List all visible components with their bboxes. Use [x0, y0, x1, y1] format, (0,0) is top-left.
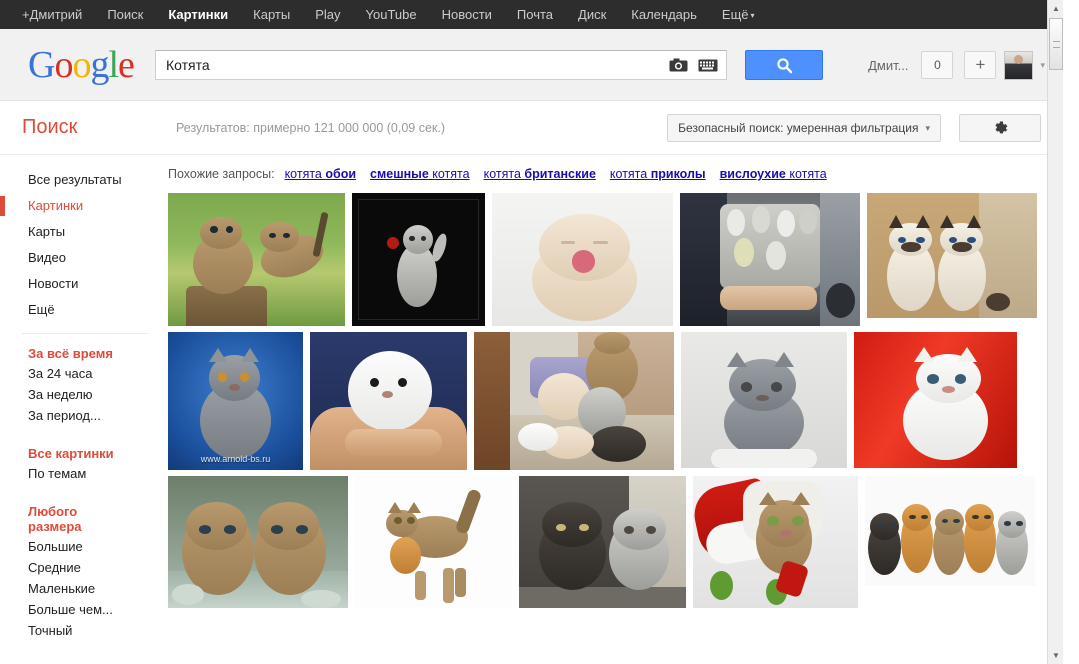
- scroll-down-arrow-icon[interactable]: ▼: [1048, 647, 1063, 664]
- filter-option[interactable]: Больше чем...: [0, 599, 162, 620]
- vertical-scrollbar[interactable]: ▲ ▼: [1047, 0, 1063, 664]
- search-button[interactable]: [745, 50, 823, 80]
- filters-sidebar: Все результаты Картинки Карты Видео Новости Е…: [0, 155, 162, 664]
- filter-group-time[interactable]: За всё время: [0, 344, 162, 363]
- image-watermark: www.arnold-bs.ru: [200, 454, 271, 464]
- related-searches: Похожие запросы: котята обои смешные котят…: [168, 155, 1063, 193]
- avatar[interactable]: [1004, 50, 1034, 80]
- filter-option[interactable]: По темам: [0, 463, 162, 484]
- image-result-white-fluffy-kitten-in-hands[interactable]: [310, 332, 467, 470]
- image-grid-row: [168, 476, 1063, 608]
- gear-icon: [994, 120, 1007, 133]
- image-result-two-siamese-kittens[interactable]: [867, 193, 1037, 318]
- chevron-down-icon: ▾: [925, 122, 930, 133]
- related-search-link-3[interactable]: котята приколы: [610, 167, 706, 181]
- related-searches-label: Похожие запросы:: [168, 167, 275, 181]
- topnav-item-2[interactable]: Картинки: [168, 7, 228, 22]
- topnav-item-6[interactable]: Новости: [442, 7, 492, 22]
- topnav-item-4[interactable]: Play: [315, 7, 340, 22]
- google-logo[interactable]: Google: [28, 46, 135, 84]
- sidebar-item-картинки[interactable]: Картинки: [0, 193, 162, 219]
- filter-option[interactable]: За 24 часа: [0, 363, 162, 384]
- image-result-armful-of-kittens[interactable]: [680, 193, 860, 326]
- filter-option[interactable]: За период...: [0, 405, 162, 426]
- related-search-link-4[interactable]: вислоухие котята: [720, 167, 827, 181]
- image-grid-row: [168, 193, 1063, 326]
- sidebar-item-новости[interactable]: Новости: [0, 271, 162, 297]
- chevron-down-icon[interactable]: ▾: [1040, 60, 1045, 71]
- magnifier-icon: [776, 57, 792, 73]
- settings-button[interactable]: [959, 114, 1041, 142]
- related-search-link-2[interactable]: котята британские: [484, 167, 596, 181]
- page-title: Поиск: [22, 116, 78, 138]
- account-area: Дмит... 0 + ▾: [868, 48, 1045, 82]
- topnav-item-9[interactable]: Календарь: [631, 7, 697, 22]
- related-search-link-0[interactable]: котята обои: [285, 167, 356, 181]
- keyboard-icon[interactable]: [696, 57, 720, 74]
- camera-icon[interactable]: [666, 57, 690, 74]
- topnav-item-7[interactable]: Почта: [517, 7, 553, 22]
- filter-group-type[interactable]: Все картинки: [0, 444, 162, 463]
- notification-count-badge[interactable]: 0: [921, 51, 954, 79]
- image-result-five-kittens-in-a-row[interactable]: [865, 476, 1035, 586]
- safesearch-dropdown[interactable]: Безопасный поиск: умеренная фильтрация ▾: [667, 114, 941, 142]
- image-grid: www.arnold-bs.ru: [168, 193, 1063, 608]
- filter-option[interactable]: За неделю: [0, 384, 162, 405]
- image-result-cat-with-litter-of-kittens[interactable]: [474, 332, 674, 470]
- image-result-two-scottish-fold-kittens[interactable]: [519, 476, 686, 608]
- image-result-yawning-cream-kitten[interactable]: [492, 193, 673, 326]
- filter-option[interactable]: Маленькие: [0, 578, 162, 599]
- topnav-item-5[interactable]: YouTube: [366, 7, 417, 22]
- image-grid-row: www.arnold-bs.ru: [168, 332, 1063, 470]
- scroll-up-arrow-icon[interactable]: ▲: [1048, 0, 1063, 17]
- sidebar-item-все-результаты[interactable]: Все результаты: [0, 167, 162, 193]
- topnav-item-1[interactable]: Поиск: [107, 7, 143, 22]
- sidebar-item-карты[interactable]: Карты: [0, 219, 162, 245]
- topnav-item-8[interactable]: Диск: [578, 7, 606, 22]
- image-result-white-kitten-on-red-cloth[interactable]: [854, 332, 1017, 468]
- sidebar-divider: [22, 333, 148, 334]
- account-name[interactable]: Дмит...: [868, 58, 908, 73]
- scrollbar-thumb[interactable]: [1049, 18, 1063, 70]
- filter-option[interactable]: Точный: [0, 620, 162, 641]
- image-result-two-kittens-in-foliage[interactable]: [168, 476, 348, 608]
- browser-viewport: +Дмитрий Поиск Картинки Карты Play YouTube Нов…: [0, 0, 1063, 664]
- image-result-silver-tabby-kitten-on-black[interactable]: [352, 193, 485, 326]
- search-header: Google Котята Дмит... 0 + ▾: [0, 29, 1063, 101]
- image-result-cat-carrying-kitten[interactable]: [355, 476, 512, 608]
- filter-option[interactable]: Большие: [0, 536, 162, 557]
- search-input[interactable]: [156, 57, 666, 73]
- image-results: Похожие запросы: котята обои смешные котят…: [162, 155, 1063, 664]
- related-search-link-1[interactable]: смешные котята: [370, 167, 470, 181]
- chevron-down-icon: ▾: [750, 11, 755, 21]
- results-subheader: Поиск Результатов: примерно 121 000 000 …: [0, 101, 1063, 155]
- image-result-two-kittens-playing-on-stump[interactable]: [168, 193, 345, 326]
- google-top-navigation: +Дмитрий Поиск Картинки Карты Play YouTube Нов…: [0, 0, 1063, 29]
- image-result-kitten-in-santa-hat[interactable]: [693, 476, 858, 608]
- sidebar-item-ещё[interactable]: Ещё: [0, 297, 162, 323]
- result-stats: Результатов: примерно 121 000 000 (0,09 …: [176, 120, 446, 135]
- topnav-item-0[interactable]: +Дмитрий: [22, 7, 82, 22]
- sidebar-item-видео[interactable]: Видео: [0, 245, 162, 271]
- main-content: Все результаты Картинки Карты Видео Новости Е…: [0, 155, 1063, 664]
- image-result-blue-british-shorthair-kitten[interactable]: www.arnold-bs.ru: [168, 332, 303, 470]
- filter-group-size[interactable]: Любого размера: [0, 502, 162, 536]
- filter-option[interactable]: Средние: [0, 557, 162, 578]
- search-box[interactable]: [155, 50, 727, 80]
- image-result-grey-kitten-sitting[interactable]: [681, 332, 847, 468]
- share-button[interactable]: +: [964, 51, 997, 79]
- topnav-item-3[interactable]: Карты: [253, 7, 290, 22]
- safesearch-label: Безопасный поиск: умеренная фильтрация: [678, 121, 919, 135]
- topnav-item-10[interactable]: Ещё ▾: [722, 7, 755, 22]
